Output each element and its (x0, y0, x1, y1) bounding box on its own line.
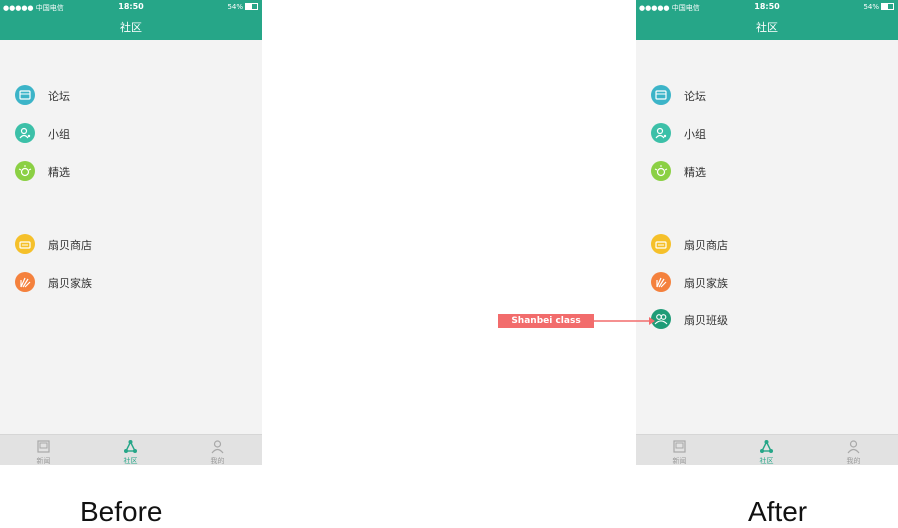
menu-item-label: 精选 (48, 166, 70, 179)
profile-icon (211, 440, 224, 454)
after-caption: After (748, 496, 808, 527)
before-caption: Before (80, 496, 163, 527)
tab-label: 我的 (846, 457, 861, 465)
annotation-label: Shanbei class (498, 314, 594, 328)
menu-item-label: 扇贝商店 (684, 239, 728, 252)
tab-label: 社区 (759, 457, 774, 465)
featured-icon (651, 161, 671, 181)
news-icon (37, 440, 50, 453)
battery-percent: 54% (227, 3, 243, 11)
nav-header: ●●●●● 中国电信 18:50 54% 社区 (0, 0, 262, 40)
tab-profile[interactable]: 我的 (174, 435, 261, 465)
community-icon (760, 440, 773, 453)
battery-icon (881, 3, 894, 10)
tab-label: 社区 (123, 457, 138, 465)
menu-item-label: 论坛 (684, 90, 706, 103)
family-icon (15, 272, 35, 292)
tab-news[interactable]: 新闻 (0, 435, 87, 465)
tab-profile[interactable]: 我的 (810, 435, 897, 465)
menu-item-group[interactable]: 小组 (636, 118, 898, 148)
menu-item-featured[interactable]: 精选 (0, 156, 262, 186)
tab-community[interactable]: 社区 (87, 435, 174, 465)
battery-percent: 54% (863, 3, 879, 11)
menu-item-featured[interactable]: 精选 (636, 156, 898, 186)
group-icon (651, 123, 671, 143)
page-title: 社区 (120, 21, 142, 34)
menu-item-forum[interactable]: 论坛 (0, 80, 262, 110)
menu-item-label: 扇贝家族 (48, 277, 92, 290)
menu-item-label: 小组 (684, 128, 706, 141)
menu-item-label: 扇贝家族 (684, 277, 728, 290)
menu-item-family[interactable]: 扇贝家族 (0, 267, 262, 297)
menu-item-group[interactable]: 小组 (0, 118, 262, 148)
menu-item-label: 小组 (48, 128, 70, 141)
status-bar: ●●●●● 中国电信 18:50 54% (0, 0, 262, 14)
featured-icon (15, 161, 35, 181)
status-time: 18:50 (118, 2, 144, 11)
battery-icon (245, 3, 258, 10)
tab-label: 新闻 (672, 457, 687, 465)
before-screen: ●●●●● 中国电信 18:50 54% 社区 论坛 小组 精选 扇贝商店 扇贝… (0, 0, 262, 465)
tab-label: 新闻 (36, 457, 51, 465)
battery-indicator: 54% (863, 3, 894, 11)
status-time: 18:50 (754, 2, 780, 11)
forum-icon (15, 85, 35, 105)
store-icon (15, 234, 35, 254)
annotation-arrow (593, 317, 655, 325)
store-icon (651, 234, 671, 254)
forum-icon (651, 85, 671, 105)
profile-icon (847, 440, 860, 454)
after-screen: ●●●●● 中国电信 18:50 54% 社区 论坛 小组 精选 扇贝商店 扇贝… (636, 0, 898, 465)
tab-community[interactable]: 社区 (723, 435, 810, 465)
family-icon (651, 272, 671, 292)
status-bar: ●●●●● 中国电信 18:50 54% (636, 0, 898, 14)
nav-header: ●●●●● 中国电信 18:50 54% 社区 (636, 0, 898, 40)
tab-bar: 新闻 社区 我的 (0, 434, 262, 465)
tab-label: 我的 (210, 457, 225, 465)
group-icon (15, 123, 35, 143)
tab-bar: 新闻 社区 我的 (636, 434, 898, 465)
menu-item-store[interactable]: 扇贝商店 (636, 229, 898, 259)
news-icon (673, 440, 686, 453)
menu-item-forum[interactable]: 论坛 (636, 80, 898, 110)
menu-item-class[interactable]: 扇贝班级 (636, 304, 898, 334)
menu-item-label: 论坛 (48, 90, 70, 103)
community-icon (124, 440, 137, 453)
menu-item-label: 扇贝班级 (684, 314, 728, 327)
page-title: 社区 (756, 21, 778, 34)
menu-item-family[interactable]: 扇贝家族 (636, 267, 898, 297)
menu-item-store[interactable]: 扇贝商店 (0, 229, 262, 259)
menu-item-label: 精选 (684, 166, 706, 179)
battery-indicator: 54% (227, 3, 258, 11)
menu-item-label: 扇贝商店 (48, 239, 92, 252)
tab-news[interactable]: 新闻 (636, 435, 723, 465)
